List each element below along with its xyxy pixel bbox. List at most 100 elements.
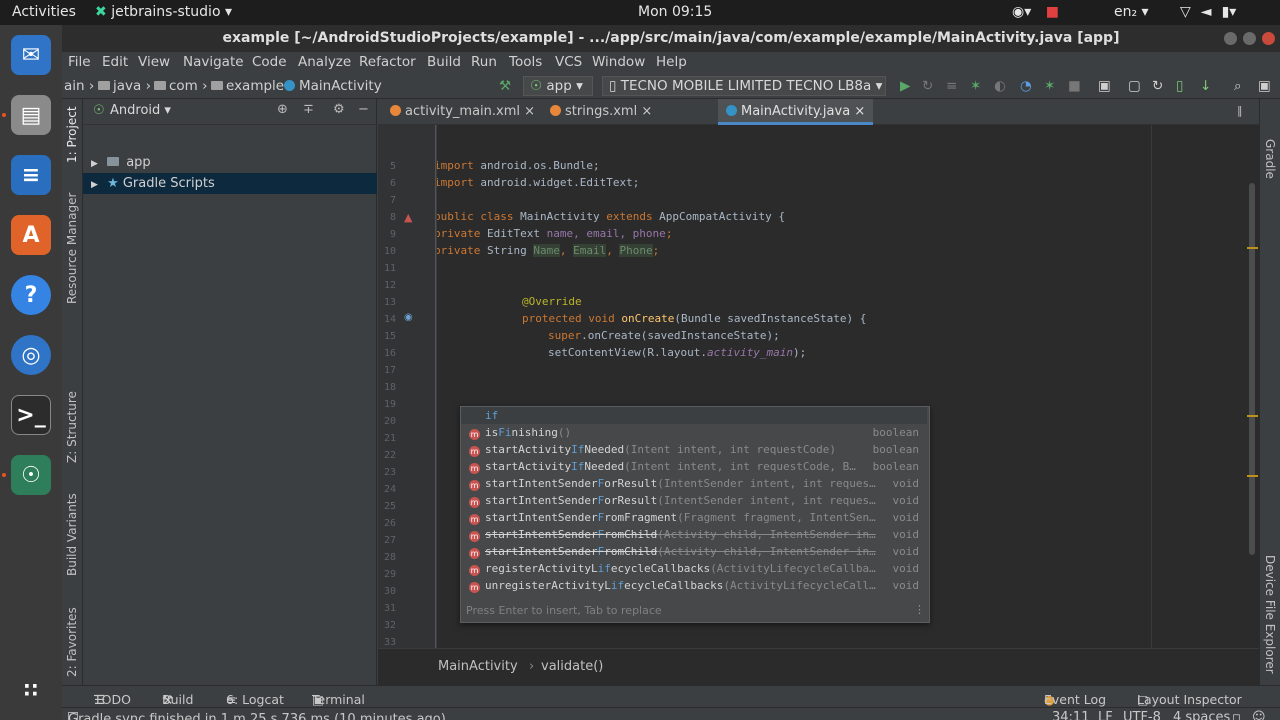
run-config-select[interactable]: ☉ app ▾ bbox=[523, 76, 593, 96]
clock[interactable]: Mon 09:15 bbox=[638, 4, 712, 20]
terminal-icon[interactable]: >_ bbox=[11, 395, 51, 435]
run-icon[interactable]: ▶ bbox=[900, 78, 910, 94]
rerun-icon[interactable]: ↻ bbox=[922, 78, 933, 94]
nav-crumb-mainactivity[interactable]: MainActivity bbox=[284, 78, 382, 94]
tab-activity-main-xml[interactable]: activity_main.xml × bbox=[382, 99, 543, 125]
minimize-button[interactable] bbox=[1224, 32, 1237, 45]
search-icon[interactable]: ⌕ bbox=[1234, 78, 1242, 94]
close-icon[interactable]: × bbox=[854, 104, 865, 119]
coverage-icon[interactable]: ✶ bbox=[1044, 78, 1055, 94]
menu-file[interactable]: File bbox=[68, 54, 91, 70]
implements-gutter-icon[interactable]: ◉ bbox=[404, 312, 413, 323]
project-structure-icon[interactable]: ▣ bbox=[1098, 78, 1111, 94]
nav-crumb-java[interactable]: java › bbox=[98, 78, 151, 94]
menu-view[interactable]: View bbox=[138, 54, 170, 70]
tray-icons[interactable]: ◉▾ ■ bbox=[1012, 4, 1069, 20]
show-apps-icon[interactable]: ∷ bbox=[11, 670, 51, 710]
tool-tab-favorites[interactable]: 2: Favorites bbox=[65, 607, 79, 677]
close-icon[interactable]: × bbox=[641, 104, 652, 119]
thunderbird-icon[interactable]: ✉ bbox=[11, 35, 51, 75]
app-menu[interactable]: ✖ jetbrains-studio ▾ bbox=[95, 4, 232, 20]
hide-panel-icon[interactable]: − bbox=[358, 102, 369, 117]
caret-position[interactable]: 34:11 bbox=[1052, 710, 1089, 720]
tool-tab-resource-manager[interactable]: Resource Manager bbox=[65, 193, 79, 304]
nav-crumb-module[interactable]: ain › bbox=[64, 78, 94, 94]
apply-changes-icon[interactable]: ≡ bbox=[946, 78, 957, 94]
profile-icon[interactable]: ◐ bbox=[994, 78, 1006, 94]
tab-strings-xml[interactable]: strings.xml × bbox=[542, 99, 660, 125]
warning-marker[interactable] bbox=[1247, 247, 1258, 249]
tool-tab-build-variants[interactable]: Build Variants bbox=[65, 493, 79, 576]
close-button[interactable] bbox=[1262, 32, 1275, 45]
menu-help[interactable]: Help bbox=[656, 54, 687, 70]
file-encoding[interactable]: UTF-8 bbox=[1123, 710, 1161, 720]
menu-vcs[interactable]: VCS bbox=[555, 54, 582, 70]
completion-item[interactable]: m startIntentSenderFromFragment(Fragment … bbox=[461, 509, 927, 526]
tree-item-app[interactable]: ▶ app bbox=[83, 152, 377, 173]
hammer-icon[interactable]: ⚒ bbox=[499, 78, 511, 94]
maximize-button[interactable] bbox=[1243, 32, 1256, 45]
tab-mainactivity-java[interactable]: MainActivity.java × bbox=[718, 99, 874, 125]
completion-item[interactable]: m startIntentSenderForResult(IntentSender… bbox=[461, 475, 927, 492]
menu-run[interactable]: Run bbox=[471, 54, 497, 70]
accessibility-icon[interactable]: ◉▾ bbox=[1012, 4, 1031, 20]
override-gutter-icon[interactable]: ▲ bbox=[404, 211, 412, 224]
language-indicator[interactable]: en₂ ▾ bbox=[1114, 4, 1149, 20]
indent-setting[interactable]: 4 spaces bbox=[1173, 710, 1230, 720]
android-studio-icon[interactable]: ☉ bbox=[11, 455, 51, 495]
close-icon[interactable]: × bbox=[524, 104, 535, 119]
project-view-select[interactable]: Android ▾ bbox=[110, 103, 171, 118]
warning-marker[interactable] bbox=[1247, 475, 1258, 477]
completion-item[interactable]: m startIntentSenderFromChild(Activity chi… bbox=[461, 526, 927, 543]
debug-icon[interactable]: ✶ bbox=[970, 78, 981, 94]
assistant-icon[interactable]: ▣ bbox=[1258, 78, 1271, 94]
nav-crumb-com[interactable]: com › bbox=[154, 78, 208, 94]
tool-tab-project[interactable]: 1: Project bbox=[65, 106, 79, 163]
editor-scrollbar[interactable] bbox=[1249, 183, 1255, 555]
expand-arrow-icon[interactable]: ▶ bbox=[91, 159, 98, 169]
expand-arrow-icon[interactable]: ▶ bbox=[91, 180, 98, 190]
tool-tab-gradle[interactable]: Gradle bbox=[1263, 139, 1277, 179]
line-separator[interactable]: LF bbox=[1098, 710, 1113, 720]
sync-icon[interactable]: ↻ bbox=[1152, 78, 1163, 94]
completion-item[interactable]: m startIntentSenderForResult(IntentSender… bbox=[461, 492, 927, 509]
collapse-all-icon[interactable]: ∓ bbox=[303, 102, 314, 117]
completion-item[interactable]: m isFinishing() boolean bbox=[461, 424, 927, 441]
sdk-manager-icon[interactable]: ↓ bbox=[1200, 78, 1211, 94]
completion-item[interactable]: m startActivityIfNeeded(Intent intent, in… bbox=[461, 458, 927, 475]
tool-tab-device-file-explorer[interactable]: Device File Explorer bbox=[1263, 555, 1277, 674]
completion-item[interactable]: m startActivityIfNeeded(Intent intent, in… bbox=[461, 441, 927, 458]
writer-icon[interactable]: ≡ bbox=[11, 155, 51, 195]
layout-icon[interactable]: ▢ bbox=[1128, 78, 1141, 94]
menu-refactor[interactable]: Refactor bbox=[359, 54, 416, 70]
breadcrumb-class[interactable]: MainActivity bbox=[438, 659, 518, 674]
completion-item[interactable]: m startIntentSenderFromChild(Activity chi… bbox=[461, 543, 927, 560]
tree-item-gradle-scripts[interactable]: ▶ ★ Gradle Scripts bbox=[83, 173, 377, 194]
completion-item[interactable]: m registerActivityLifecycleCallbacks(Acti… bbox=[461, 560, 927, 577]
gear-icon[interactable]: ⚙ bbox=[333, 102, 345, 117]
split-icon[interactable]: ‖ bbox=[1237, 104, 1243, 117]
activities-button[interactable]: Activities bbox=[12, 4, 76, 20]
software-center-icon[interactable]: A bbox=[11, 215, 51, 255]
nav-crumb-example[interactable]: example › bbox=[211, 78, 294, 94]
menu-edit[interactable]: Edit bbox=[102, 54, 128, 70]
menu-code[interactable]: Code bbox=[252, 54, 287, 70]
menu-analyze[interactable]: Analyze bbox=[298, 54, 351, 70]
warning-marker[interactable] bbox=[1247, 415, 1258, 417]
tool-tab-structure[interactable]: Z: Structure bbox=[65, 391, 79, 463]
chrome-icon[interactable]: ◎ bbox=[11, 335, 51, 375]
menu-build[interactable]: Build bbox=[427, 54, 461, 70]
camera-icon[interactable]: ■ bbox=[1046, 4, 1059, 20]
menu-navigate[interactable]: Navigate bbox=[183, 54, 244, 70]
help-icon[interactable]: ? bbox=[11, 275, 51, 315]
inspector-icon[interactable]: ☺ bbox=[1252, 710, 1266, 720]
stop-icon[interactable]: ■ bbox=[1068, 78, 1081, 94]
attach-debugger-icon[interactable]: ◔ bbox=[1020, 78, 1032, 94]
breadcrumb-method[interactable]: validate() bbox=[541, 659, 603, 674]
avd-manager-icon[interactable]: ▯ bbox=[1176, 78, 1183, 94]
more-options-icon[interactable]: ⋮ bbox=[914, 603, 925, 616]
lock-icon[interactable]: ▫ bbox=[1232, 710, 1241, 720]
files-icon[interactable]: ▤ bbox=[11, 95, 51, 135]
completion-item[interactable]: m unregisterActivityLifecycleCallbacks(Ac… bbox=[461, 577, 927, 594]
device-select[interactable]: ▯ TECNO MOBILE LIMITED TECNO LB8a ▾ bbox=[602, 76, 886, 96]
